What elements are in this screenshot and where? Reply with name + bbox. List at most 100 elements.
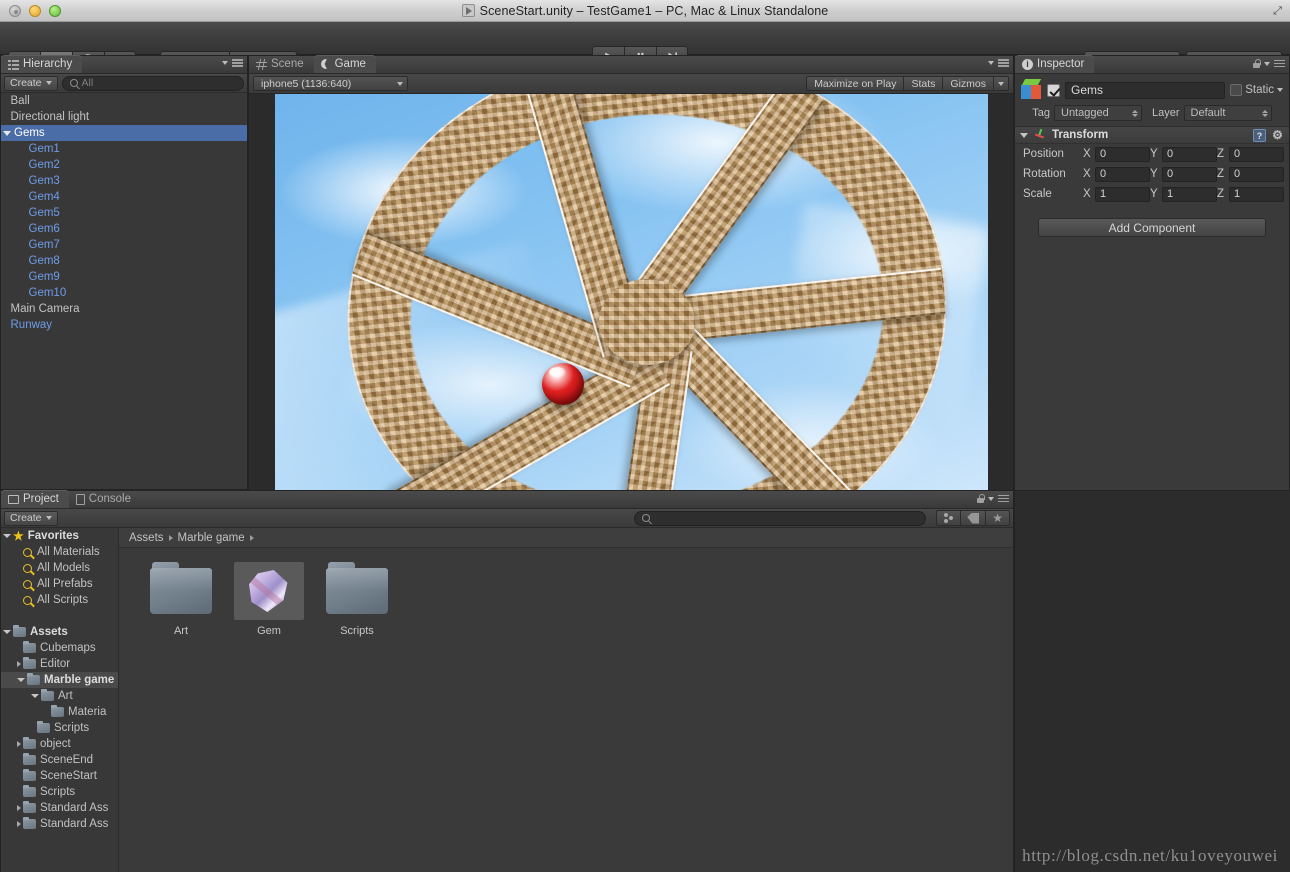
hierarchy-item[interactable]: Ball: [1, 93, 247, 109]
chevron-down-icon[interactable]: [222, 60, 228, 65]
panel-menu-icon[interactable]: [998, 59, 1009, 67]
panel-menu-icon[interactable]: [232, 59, 243, 67]
project-tree-item[interactable]: Art: [1, 688, 118, 704]
chevron-down-icon[interactable]: [3, 130, 11, 136]
stats-button[interactable]: Stats: [903, 76, 943, 91]
chevron-down-icon[interactable]: [1020, 132, 1028, 138]
chevron-right-icon[interactable]: [17, 741, 21, 747]
chevron-down-icon[interactable]: [3, 534, 11, 538]
project-tree-item[interactable]: SceneEnd: [1, 752, 118, 768]
hierarchy-item[interactable]: Gem2: [1, 157, 247, 173]
asset-grid[interactable]: Art Gem Scripts: [119, 548, 1013, 872]
project-tree-item[interactable]: Editor: [1, 656, 118, 672]
panel-menu-icon[interactable]: [1274, 59, 1285, 68]
project-tree-item[interactable]: All Models: [1, 560, 118, 576]
hierarchy-item[interactable]: Gem4: [1, 189, 247, 205]
lock-icon[interactable]: [976, 494, 985, 503]
help-icon[interactable]: ?: [1253, 128, 1266, 142]
hierarchy-item[interactable]: Gem1: [1, 141, 247, 157]
filter-by-label-button[interactable]: [960, 510, 986, 526]
transform-input[interactable]: 0: [1229, 146, 1284, 162]
gizmos-dropdown-button[interactable]: [993, 76, 1009, 91]
breadcrumb-segment[interactable]: Assets: [129, 532, 164, 544]
chevron-down-icon[interactable]: [988, 60, 994, 65]
gizmos-button[interactable]: Gizmos: [942, 76, 993, 91]
save-search-button[interactable]: ★: [985, 510, 1010, 526]
hierarchy-item[interactable]: Gem10: [1, 285, 247, 301]
project-tree-item[interactable]: Materia: [1, 704, 118, 720]
hierarchy-item[interactable]: Gem6: [1, 221, 247, 237]
project-tree-item[interactable]: Standard Ass: [1, 816, 118, 832]
breadcrumb[interactable]: Assets Marble game: [119, 528, 1013, 548]
project-create-button[interactable]: Create: [4, 510, 58, 526]
hierarchy-item[interactable]: Directional light: [1, 109, 247, 125]
tab-hierarchy[interactable]: Hierarchy: [1, 55, 83, 73]
tag-dropdown[interactable]: Untagged: [1054, 105, 1142, 121]
object-enabled-checkbox[interactable]: [1047, 83, 1060, 97]
project-tree-item[interactable]: Standard Ass: [1, 800, 118, 816]
chevron-down-icon[interactable]: [1277, 88, 1283, 92]
project-tree-item[interactable]: Scripts: [1, 720, 118, 736]
tab-inspector[interactable]: i Inspector: [1015, 55, 1095, 73]
hierarchy-item[interactable]: Gem9: [1, 269, 247, 285]
project-tree-item[interactable]: Assets: [1, 624, 118, 640]
hierarchy-item[interactable]: Runway: [1, 317, 247, 333]
hierarchy-item[interactable]: Main Camera: [1, 301, 247, 317]
project-tree-item[interactable]: ★ Favorites: [1, 528, 118, 544]
layer-dropdown[interactable]: Default: [1183, 105, 1272, 121]
project-tree-item[interactable]: Scripts: [1, 784, 118, 800]
project-folder-tree[interactable]: ★ Favorites All Materials All Models All Pre…: [1, 528, 119, 872]
project-tree-item[interactable]: Cubemaps: [1, 640, 118, 656]
hierarchy-item[interactable]: Gem8: [1, 253, 247, 269]
game-render-canvas[interactable]: [275, 94, 988, 498]
transform-input[interactable]: 0: [1095, 166, 1150, 182]
maximize-on-play-button[interactable]: Maximize on Play: [806, 76, 904, 91]
tab-game[interactable]: Game: [313, 55, 376, 73]
chevron-right-icon[interactable]: [17, 805, 21, 811]
transform-input[interactable]: 0: [1162, 166, 1217, 182]
chevron-right-icon[interactable]: [17, 821, 21, 827]
hierarchy-item[interactable]: Gem3: [1, 173, 247, 189]
hierarchy-item[interactable]: Gems: [1, 125, 247, 141]
transform-input[interactable]: 1: [1095, 186, 1150, 202]
hierarchy-list[interactable]: Ball Directional light Gems Gem1 Gem2 Gem3 Gem…: [1, 93, 247, 489]
static-checkbox[interactable]: [1230, 84, 1243, 96]
transform-component-header[interactable]: Transform ? ⚙: [1015, 126, 1289, 144]
project-search-input[interactable]: [634, 510, 927, 526]
asset-item[interactable]: Gem: [231, 562, 307, 637]
hierarchy-search-input[interactable]: All: [61, 75, 244, 91]
hierarchy-item[interactable]: Gem5: [1, 205, 247, 221]
tab-console[interactable]: Console: [69, 490, 141, 508]
chevron-right-icon[interactable]: [17, 661, 21, 667]
add-component-button[interactable]: Add Component: [1038, 218, 1266, 237]
project-tree-item[interactable]: SceneStart: [1, 768, 118, 784]
transform-input[interactable]: 1: [1229, 186, 1284, 202]
hierarchy-item[interactable]: Gem7: [1, 237, 247, 253]
hierarchy-create-button[interactable]: Create: [4, 75, 58, 91]
chevron-down-icon[interactable]: [3, 630, 11, 634]
chevron-down-icon[interactable]: [1264, 61, 1270, 66]
object-name-input[interactable]: Gems: [1065, 81, 1226, 99]
chevron-down-icon[interactable]: [31, 694, 39, 698]
project-tree-item[interactable]: Marble game: [1, 672, 118, 688]
tab-project[interactable]: Project: [1, 490, 69, 508]
static-toggle[interactable]: Static: [1230, 84, 1283, 96]
lock-icon[interactable]: [1252, 59, 1261, 68]
project-tree-item[interactable]: All Prefabs: [1, 576, 118, 592]
aspect-ratio-dropdown[interactable]: iphone5 (1136:640): [253, 76, 408, 91]
asset-item[interactable]: Scripts: [319, 562, 395, 637]
breadcrumb-segment[interactable]: Marble game: [178, 532, 245, 544]
project-tree-item[interactable]: object: [1, 736, 118, 752]
project-tree-item[interactable]: All Materials: [1, 544, 118, 560]
filter-by-type-button[interactable]: [936, 510, 961, 526]
panel-menu-icon[interactable]: [998, 494, 1009, 503]
transform-input[interactable]: 0: [1095, 146, 1150, 162]
project-tree-item[interactable]: All Scripts: [1, 592, 118, 608]
tab-scene[interactable]: Scene: [249, 55, 314, 73]
transform-input[interactable]: 0: [1162, 146, 1217, 162]
asset-item[interactable]: Art: [143, 562, 219, 637]
chevron-down-icon[interactable]: [17, 678, 25, 682]
transform-input[interactable]: 1: [1162, 186, 1217, 202]
transform-input[interactable]: 0: [1229, 166, 1284, 182]
fullscreen-icon[interactable]: ⤢: [1270, 4, 1285, 18]
